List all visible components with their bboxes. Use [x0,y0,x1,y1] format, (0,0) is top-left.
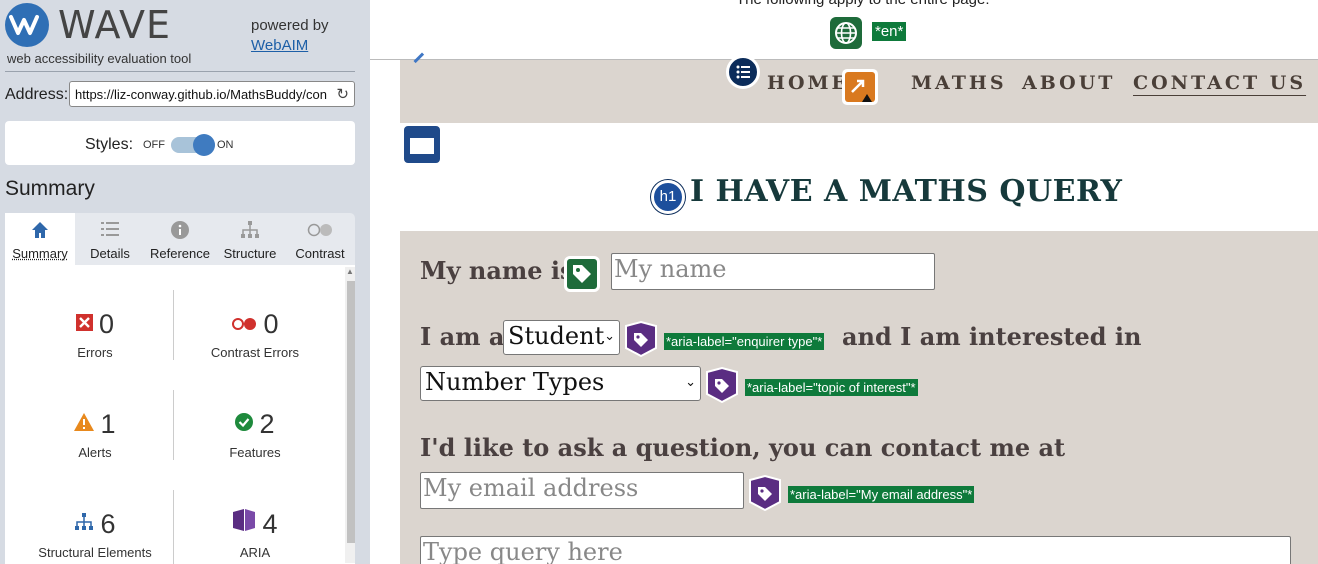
toggle-knob [193,134,215,156]
styles-toggle[interactable] [171,134,215,156]
language-tag: *en* [872,22,907,41]
contrast-errors-label: Contrast Errors [210,345,300,361]
errors-label: Errors [77,345,113,361]
reload-icon[interactable]: ↻ [336,85,349,103]
chevron-down-icon: ⌄ [604,328,615,343]
address-input[interactable]: https://liz-conway.github.io/MathsBuddy/… [69,81,355,107]
aria-count: 4 [262,509,278,539]
features-label: Features [229,445,281,461]
h1-icon[interactable]: h1 [651,180,685,214]
feature-icon [235,407,254,438]
query-placeholder: Type query here [423,538,623,564]
email-field[interactable]: My email address [420,472,744,509]
styles-label: Styles: [85,136,134,153]
wave-tabs: Summary Details Reference Structure Cont… [5,213,355,265]
stat-features[interactable]: 2 Features [175,409,335,460]
nav-maths[interactable]: MATHS [911,72,1007,94]
hierarchy-icon [215,221,285,244]
page-preview: The following apply to the entire page: … [370,0,1318,564]
errors-count: 0 [98,309,115,339]
redundant-link-alert-icon[interactable] [842,69,878,105]
nav-contact[interactable]: CONTACT US [1133,72,1306,94]
structure-icon [74,507,94,538]
tab-label: Contrast [295,246,345,261]
address-value: https://liz-conway.github.io/MathsBuddy/… [75,87,327,102]
aria-label-icon[interactable] [624,320,658,358]
nav-about[interactable]: ABOUT [1022,72,1115,94]
tab-label: Details [90,246,130,261]
aria-label-note: *aria-label="My email address"* [788,486,975,503]
wave-logo-icon [5,3,49,47]
language-note: The following apply to the entire page: [736,0,990,8]
scroll-thumb[interactable] [347,281,355,543]
webaim-link[interactable]: WebAIM [251,37,308,54]
contrast-errors-count: 0 [263,309,279,339]
tab-label: Summary [12,246,68,261]
wave-sidebar: WAVE web accessibility evaluation tool p… [0,0,370,564]
panel-scrollbar[interactable]: ▲ [345,267,355,563]
aria-label-note: *aria-label="topic of interest"* [745,379,918,396]
language-bar: The following apply to the entire page: … [370,0,1318,60]
info-icon [145,221,215,244]
page-title: I HAVE A MATHS QUERY [690,174,1123,209]
scroll-up-icon[interactable]: ▲ [346,267,354,276]
home-icon [5,221,75,244]
stat-contrast-errors[interactable]: 0 Contrast Errors [175,309,335,360]
enquirer-value: Student [508,322,605,350]
globe-icon[interactable] [830,17,862,49]
contact-label: I'd like to ask a question, you can cont… [420,433,1066,462]
tab-label: Structure [223,246,277,261]
interested-label: and I am interested in [842,322,1142,351]
divider [5,71,355,72]
tab-structure[interactable]: Structure [215,213,285,265]
aria-label-note: *aria-label="enquirer type"* [664,333,825,350]
list-icon [75,221,145,242]
stat-aria[interactable]: 4 ARIA [175,509,335,560]
alerts-label: Alerts [78,445,112,461]
name-field[interactable]: My name [611,253,935,290]
stat-alerts[interactable]: 1 Alerts [15,409,175,460]
email-placeholder: My email address [423,474,639,502]
stat-errors[interactable]: 0 Errors [15,309,175,360]
aria-label-icon[interactable] [705,366,739,404]
list-icon[interactable] [726,55,760,89]
aria-icon [232,507,256,538]
contrast-error-icon [231,307,257,338]
query-textarea[interactable]: Type query here [420,536,1291,564]
topic-value: Number Types [425,368,605,396]
contrast-icon [285,221,355,242]
summary-panel: ▲ 0 Errors 0 Contrast Errors 1 Alerts 2 … [5,265,355,564]
tab-contrast[interactable]: Contrast [285,213,355,265]
features-count: 2 [259,409,275,439]
summary-heading: Summary [5,177,95,200]
topic-select[interactable]: Number Types ⌄ [420,366,701,401]
region-icon[interactable] [404,126,440,163]
alert-icon [74,407,95,438]
powered-by-text: powered by [251,17,329,34]
chevron-down-icon: ⌄ [685,374,696,389]
nav-home[interactable]: HOME [767,72,849,94]
name-label: My name is [420,256,574,285]
label-tag-icon[interactable] [564,256,600,292]
tab-summary[interactable]: Summary [5,213,75,265]
structural-count: 6 [100,509,116,539]
wave-logo-text: WAVE [58,3,172,47]
tab-details[interactable]: Details [75,213,145,265]
styles-on-label: ON [217,139,234,151]
styles-toggle-panel: Styles: OFF ON [5,121,355,165]
name-placeholder: My name [614,255,727,283]
wave-tagline: web accessibility evaluation tool [7,51,192,66]
iam-label: I am a [420,322,505,351]
address-label: Address: [5,86,69,103]
aria-label: ARIA [239,545,271,561]
alerts-count: 1 [100,409,116,439]
aria-label-icon[interactable] [748,474,782,512]
tab-reference[interactable]: Reference [145,213,215,265]
stat-structural-elements[interactable]: 6 Structural Elements [15,509,175,560]
styles-off-label: OFF [143,139,165,151]
structural-label: Structural Elements [38,545,152,561]
enquirer-type-select[interactable]: Student ⌄ [503,320,620,355]
error-icon [75,307,93,338]
tab-label: Reference [150,246,210,261]
